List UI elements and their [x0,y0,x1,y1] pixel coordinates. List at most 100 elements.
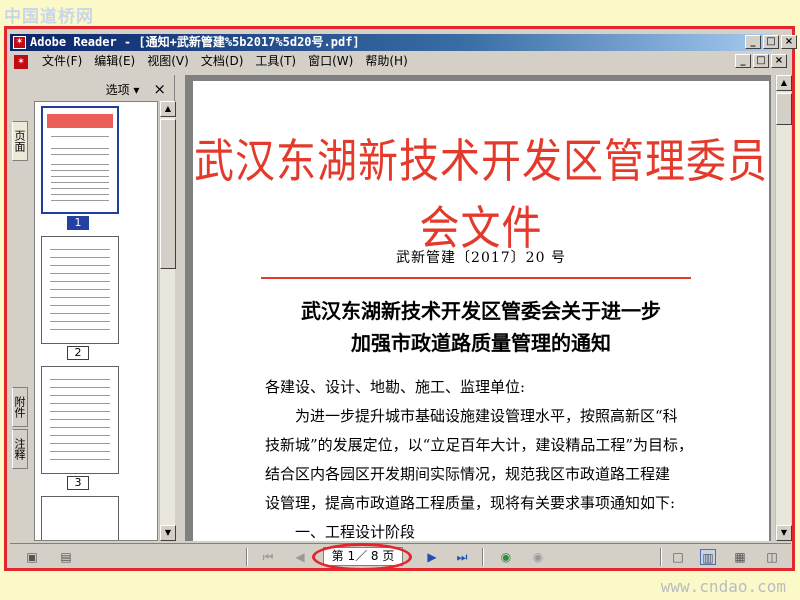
title-bar[interactable]: ✶ Adobe Reader - [通知+武新管建%5b2017%5d20号.p… [10,34,797,51]
go-back-icon[interactable]: ◉ [498,549,514,565]
body-line: 技新城”的发展定位，以“立足百年大计，建设精品工程”为目标， [265,436,694,454]
menu-file[interactable]: 文件(F) [36,52,88,71]
notice-title-line-2: 加强市政道路质量管理的通知 [351,331,611,355]
thumb-line [50,435,110,436]
thumb-line [50,265,110,266]
scroll-up-icon[interactable]: ▲ [160,101,176,117]
thumbnail-label-3[interactable]: 3 [67,476,89,490]
page-layout-icon[interactable]: ▤ [58,549,74,565]
scroll-up-icon[interactable]: ▲ [776,75,792,91]
separator [482,548,483,566]
thumb-line [51,182,109,183]
page-thumbnails: 1 2 3 [34,101,158,541]
thumb-line [50,305,110,306]
watermark-top: 中国道桥网 [4,7,94,27]
last-page-icon[interactable]: ⏭ [454,549,470,565]
menu-bar: ✶ 文件(F) 编辑(E) 视图(V) 文档(D) 工具(T) 窗口(W) 帮助… [10,52,791,71]
go-forward-icon[interactable]: ◉ [530,549,546,565]
continuous-view-icon[interactable]: ▥ [700,549,716,565]
single-page-view-icon[interactable]: □ [670,549,686,565]
tab-comments[interactable]: 注释 [12,429,28,469]
maximize-button[interactable]: □ [763,35,779,49]
thumbnail-page-2[interactable] [41,236,119,344]
tab-attachments[interactable]: 附件 [12,387,28,427]
separator [660,548,661,566]
thumbnail-page-3[interactable] [41,366,119,474]
body-line: 结合区内各园区开发期间实际情况，规范我区市政道路工程建 [265,465,671,483]
panel-splitter[interactable] [176,75,184,541]
thumb-red-header [47,114,113,128]
thumb-line [50,313,110,314]
document-number: 武新管建〔2017〕20 号 [396,250,566,266]
thumb-line [50,387,110,388]
thumb-line [50,443,110,444]
thumb-line [51,188,109,189]
thumb-line [51,170,109,171]
window-controls: _ □ × [745,35,797,49]
document-scrollbar[interactable]: ▲ ▼ [775,75,792,541]
thumb-line [50,249,110,250]
notice-title: 武汉东湖新技术开发区管委会关于进一步 加强市政道路质量管理的通知 [193,295,769,359]
thumbnail-page-1[interactable] [41,106,119,214]
thumb-line [50,321,110,322]
watermark-bottom: www.cndao.com [660,577,786,596]
continuous-facing-view-icon[interactable]: ◫ [764,549,780,565]
thumb-line [50,451,110,452]
close-button[interactable]: × [781,35,797,49]
body-line: 为进一步提升城市基础设施建设管理水平，按照高新区“科 [295,407,678,425]
thumbnails-scrollbar[interactable]: ▲ ▼ [159,101,176,541]
previous-page-icon[interactable]: ◀ [292,549,308,565]
pages-pane-header: 选项 ▾ × [32,79,172,99]
first-page-icon[interactable]: ⏮ [260,549,276,565]
doc-close-button[interactable]: × [771,54,787,68]
page-number-highlight-ring [312,543,412,571]
addressee-line: 各建设、设计、地勘、施工、监理单位: [265,378,526,396]
facing-view-icon[interactable]: ▦ [732,549,748,565]
thumb-line [51,154,109,155]
body-line: 设管理，提高市政道路工程质量，现将有关要求事项通知如下: [265,494,676,512]
document-icon[interactable]: ✶ [14,54,28,69]
document-red-header: 武汉东湖新技术开发区管理委员会文件 [194,135,768,256]
menu-edit[interactable]: 编辑(E) [88,52,141,71]
scrollbar-thumb[interactable] [160,119,176,269]
thumb-line [51,164,109,165]
thumb-line [50,395,110,396]
tab-pages[interactable]: 页面 [12,121,28,161]
thumb-line [51,200,109,201]
options-menu-button[interactable]: 选项 ▾ [106,81,140,98]
section-heading: 一、工程设计阶段 [295,523,416,541]
doc-minimize-button[interactable]: _ [735,54,751,68]
thumb-line [51,176,109,177]
thumb-line [51,148,109,149]
thumb-line [50,329,110,330]
notice-title-line-1: 武汉东湖新技术开发区管委会关于进一步 [301,299,661,323]
scrollbar-thumb[interactable] [776,93,792,125]
minimize-button[interactable]: _ [745,35,761,49]
monitor-icon[interactable]: ▣ [24,549,40,565]
red-separator-line [261,277,691,279]
menu-view[interactable]: 视图(V) [141,52,195,71]
menu-help[interactable]: 帮助(H) [359,52,413,71]
thumb-line [50,411,110,412]
menu-tools[interactable]: 工具(T) [249,52,302,71]
menu-document[interactable]: 文档(D) [195,52,250,71]
thumb-line [50,289,110,290]
thumbnail-label-1[interactable]: 1 [67,216,89,230]
scroll-down-icon[interactable]: ▼ [776,525,792,541]
scroll-down-icon[interactable]: ▼ [160,525,176,541]
thumb-line [51,136,109,137]
document-view[interactable]: 武汉东湖新技术开发区管理委员会文件 武新管建〔2017〕20 号 武汉东湖新技术… [185,75,771,541]
thumbnail-label-2[interactable]: 2 [67,346,89,360]
thumb-line [50,419,110,420]
thumb-line [50,257,110,258]
document-window-controls: _ □ × [735,54,787,68]
doc-restore-button[interactable]: □ [753,54,769,68]
thumb-line [50,459,110,460]
thumbnail-page-4[interactable] [41,496,119,540]
close-pane-icon[interactable]: × [153,80,166,98]
navigation-tabs: 页面 附件 注释 [10,75,30,541]
menu-window[interactable]: 窗口(W) [302,52,359,71]
highlight-frame: ✶ Adobe Reader - [通知+武新管建%5b2017%5d20号.p… [4,26,797,571]
thumb-line [50,403,110,404]
next-page-icon[interactable]: ▶ [424,549,440,565]
